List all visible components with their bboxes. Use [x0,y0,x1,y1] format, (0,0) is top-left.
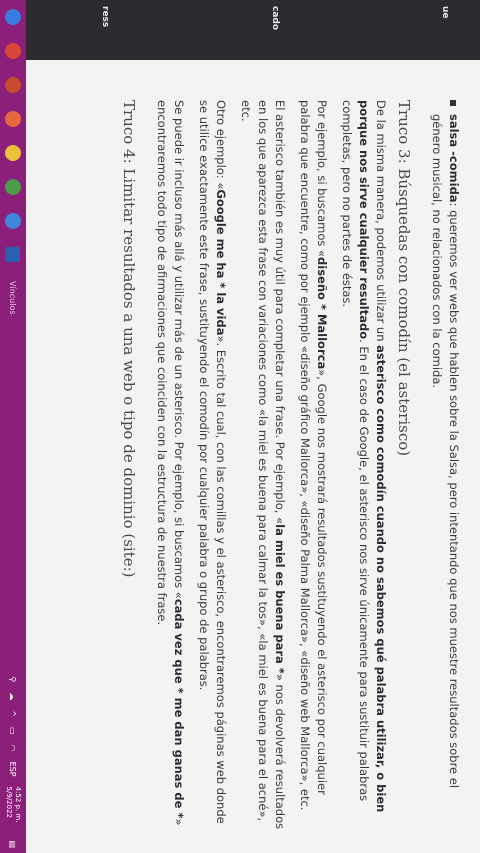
time: 4:52 p. m. [14,786,22,823]
bullet-description: : queremos ver webs que hablen sobre la … [430,114,461,789]
bold-text: la miel es buena para * [273,524,287,674]
bold-text: cada vez que * me dan ganas de * [172,598,186,819]
language-indicator[interactable]: ESP [9,762,18,777]
text: Por ejemplo, si buscamos « [315,100,329,258]
chrome-icon[interactable] [5,9,21,25]
paragraph: Otro ejemplo: «Google me ha * la vida». … [195,100,229,830]
document-page: salsa -comida: queremos ver webs que hab… [26,60,480,853]
bullet-text: salsa -comida: queremos ver webs que hab… [428,114,462,830]
screen: ue cado ress salsa -comida: queremos ver… [0,0,480,853]
battery-icon[interactable]: ▭ [9,727,18,735]
sidebar-label: cado [270,6,280,31]
paragraph: Por ejemplo, si buscamos «diseño * Mallo… [296,100,330,830]
paragraph: Se puede ir incluso más allá y utilizar … [153,100,187,830]
paragraph: El asterisco también es muy útil para co… [237,100,288,830]
system-tray: ⚲ ☁ ^ ▭ ◠ ESP 4:52 p. m. 5/9/2022 ▤ [4,671,22,853]
sidebar-label: ress [100,6,110,28]
paragraph: De la misma manera, podemos utilizar un … [338,100,389,830]
opera-icon[interactable] [5,43,21,59]
bold-text: diseño * Mallorca [315,257,329,370]
app-icon[interactable] [5,77,21,93]
notification-icon[interactable]: ▤ [9,840,18,848]
text: De la misma manera, podemos utilizar un [374,100,388,346]
folder-icon[interactable] [5,145,21,161]
list-item: salsa -comida: queremos ver webs que hab… [428,100,462,830]
cloud-icon[interactable]: ☁ [9,692,18,700]
date: 5/9/2022 [5,786,13,818]
firefox-icon[interactable] [5,111,21,127]
text: Se puede ir incluso más allá y utilizar … [172,100,186,599]
links-toolbar[interactable]: Vínculos [9,281,18,315]
text: Otro ejemplo: « [214,100,228,190]
bullet-term: salsa -comida [447,114,461,203]
bold-text: Google me ha * la vida [214,189,228,336]
wifi-icon[interactable]: ◠ [9,745,18,752]
chevron-up-icon[interactable]: ^ [9,710,18,717]
taskbar: Vínculos ⚲ ☁ ^ ▭ ◠ ESP 4:52 p. m. 5/9/20… [0,0,26,853]
left-sidebar: ue cado ress [26,0,480,60]
spotify-icon[interactable] [5,179,21,195]
mail-icon[interactable] [5,213,21,229]
clock[interactable]: 4:52 p. m. 5/9/2022 [4,782,22,828]
document-body: salsa -comida: queremos ver webs que hab… [114,100,462,830]
text: El asterisco también es muy útil para co… [273,100,287,525]
sidebar-label: ue [440,6,450,19]
people-icon[interactable]: ⚲ [9,676,18,682]
bullet-icon [450,100,456,106]
word-icon[interactable] [5,247,21,262]
heading-truco-3: Truco 3: Búsquedas con comodín (el aster… [395,100,413,457]
heading-truco-4: Truco 4: Limitar resultados a una web o … [120,100,138,578]
